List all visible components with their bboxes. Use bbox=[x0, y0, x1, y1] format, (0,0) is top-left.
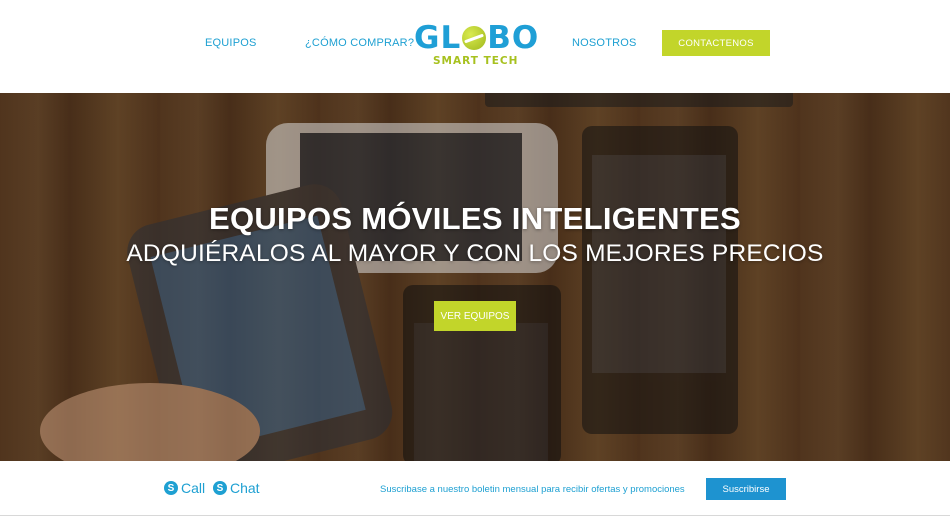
logo-text-left: GL bbox=[414, 20, 462, 56]
nav-link-equipos[interactable]: EQUIPOS bbox=[205, 37, 257, 49]
chat-label: Chat bbox=[230, 480, 260, 496]
phones-background-photo bbox=[40, 93, 793, 461]
skype-chat-link[interactable]: S Chat bbox=[213, 480, 260, 496]
skype-icon: S bbox=[213, 481, 227, 495]
call-label: Call bbox=[181, 480, 206, 496]
logo-subtitle: SMART TECH bbox=[433, 55, 519, 67]
nav-link-nosotros[interactable]: NOSOTROS bbox=[572, 37, 637, 49]
hero-subtitle: ADQUIÉRALOS AL MAYOR Y CON LOS MEJORES P… bbox=[126, 240, 824, 267]
hero-banner: EQUIPOS MÓVILES INTELIGENTES ADQUIÉRALOS… bbox=[0, 93, 950, 461]
ver-equipos-button[interactable]: VER EQUIPOS bbox=[434, 301, 516, 331]
skype-icon: S bbox=[164, 481, 178, 495]
hero-title: EQUIPOS MÓVILES INTELIGENTES bbox=[208, 201, 742, 236]
logo-wordmark: GL BO bbox=[414, 20, 539, 56]
footer-bar: S Call S Chat Suscribase a nuestro bolet… bbox=[0, 461, 950, 516]
logo-text-right: BO bbox=[487, 20, 540, 56]
newsletter-text: Suscribase a nuestro boletin mensual par… bbox=[380, 484, 685, 495]
globo-logo[interactable]: GL BO SMART TECH bbox=[414, 20, 538, 72]
nav-link-como-comprar[interactable]: ¿CÓMO COMPRAR? bbox=[305, 37, 414, 49]
contact-button[interactable]: CONTACTENOS bbox=[662, 30, 770, 56]
skype-call-link[interactable]: S Call bbox=[164, 480, 205, 496]
subscribe-button[interactable]: Suscribirse bbox=[706, 478, 786, 500]
top-navigation: EQUIPOS ¿CÓMO COMPRAR? GL BO SMART TECH N… bbox=[0, 0, 950, 93]
logo-ball-icon bbox=[462, 26, 487, 50]
